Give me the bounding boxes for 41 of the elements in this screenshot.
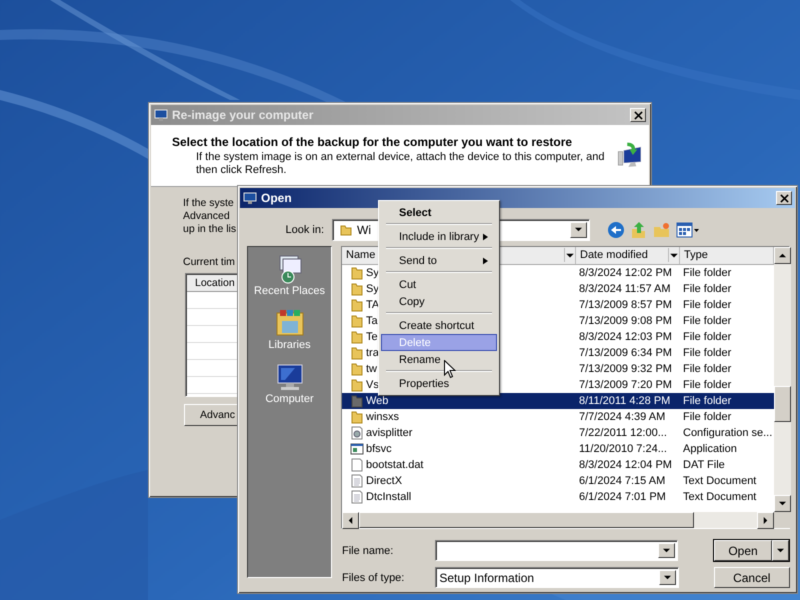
description: If the system image is on an external device, attach the device to this computer, and then click Refresh. <box>195 151 606 177</box>
date-modified: 7/13/2009 9:08 PM <box>578 314 673 327</box>
date-modified: 8/3/2024 11:57 AM <box>578 282 672 295</box>
date-modified: 6/1/2024 7:15 AM <box>578 474 666 487</box>
date-modified: 7/13/2009 9:32 PM <box>578 362 673 375</box>
file-name-label: File name: <box>341 544 394 556</box>
file-type: Text Document <box>682 474 758 487</box>
file-type: File folder <box>682 314 732 327</box>
date-modified: 7/13/2009 7:20 PM <box>578 378 673 391</box>
file-type: File folder <box>682 346 732 359</box>
date-modified: 7/13/2009 8:57 PM <box>578 298 673 311</box>
file-type: File folder <box>682 394 732 407</box>
body-text: Advanced <box>183 210 231 223</box>
current-label: Current tim <box>183 256 235 268</box>
date-modified: 7/7/2024 4:39 AM <box>578 410 666 423</box>
file-type: File folder <box>682 410 732 423</box>
date-modified: 8/3/2024 12:04 PM <box>578 458 673 471</box>
file-type: File folder <box>682 362 732 375</box>
window-title: Open <box>261 191 293 205</box>
file-type: File folder <box>682 266 732 279</box>
date-modified: 11/20/2010 7:24... <box>578 442 668 455</box>
window-title: Re-image your computer <box>172 108 314 122</box>
file-type-label: Files of type: <box>341 572 406 584</box>
file-type: DAT File <box>682 458 726 471</box>
heading: Select the location of the backup for the computer you want to restore <box>172 135 574 149</box>
look-in-label: Look in: <box>284 224 325 236</box>
file-type: File folder <box>682 330 732 343</box>
date-modified: 6/1/2024 7:01 PM <box>578 490 667 503</box>
file-type: File folder <box>682 298 732 311</box>
date-modified: 8/3/2024 12:02 PM <box>578 266 673 279</box>
file-type: File folder <box>682 378 732 391</box>
body-text: up in the lis <box>183 223 236 236</box>
file-type: Application <box>682 442 738 455</box>
body-text: If the syste <box>183 197 235 210</box>
file-type: Text Document <box>682 490 758 503</box>
file-type: Configuration se... <box>682 426 774 439</box>
date-modified: 7/13/2009 6:34 PM <box>578 346 673 359</box>
date-modified: 8/3/2024 12:03 PM <box>578 330 673 343</box>
date-modified: 7/22/2011 12:00... <box>578 426 668 439</box>
file-type: File folder <box>682 282 732 295</box>
date-modified: 8/11/2011 4:28 PM <box>578 394 672 407</box>
